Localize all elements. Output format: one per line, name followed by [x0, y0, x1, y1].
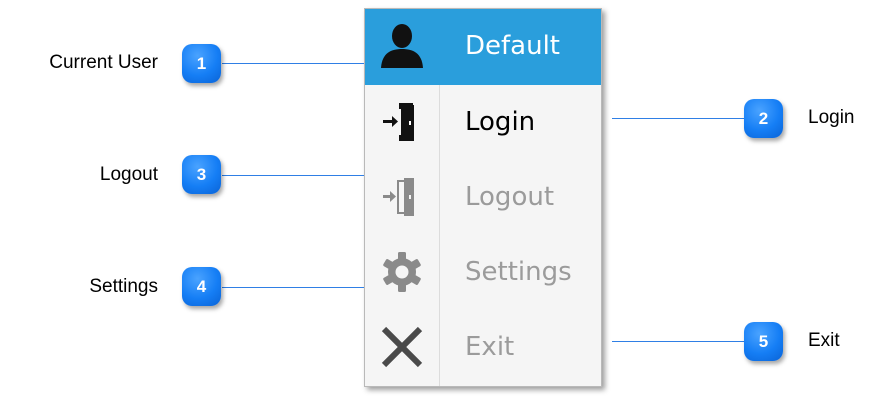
callout-line-5: [612, 341, 744, 342]
menu-item-logout[interactable]: Logout: [365, 160, 601, 235]
callout-badge-1: 1: [182, 44, 221, 83]
login-door-icon: [383, 103, 414, 141]
callout-line-4: [222, 287, 364, 288]
callout-label-settings: Settings: [89, 276, 158, 297]
callout-label-logout: Logout: [99, 164, 158, 185]
callout-badge-5: 5: [744, 322, 783, 361]
tray-context-menu: Default Login Logout Settings Exit: [364, 8, 602, 387]
menu-item-label: Settings: [465, 257, 572, 287]
menu-item-label: Logout: [465, 182, 555, 212]
menu-item-exit[interactable]: Exit: [365, 310, 601, 385]
annotated-menu-diagram: Default Login Logout Settings Exit 1 Cur…: [0, 0, 875, 396]
callout-line-2: [612, 118, 744, 119]
callout-line-3: [222, 175, 364, 176]
callout-label-exit: Exit: [808, 330, 840, 351]
callout-badge-4: 4: [182, 267, 221, 306]
callout-badge-3: 3: [182, 155, 221, 194]
callout-label-current-user: Current User: [49, 52, 158, 73]
menu-item-current-user[interactable]: Default: [365, 9, 601, 85]
logout-door-icon: [383, 178, 414, 216]
menu-item-label: Login: [465, 107, 536, 137]
menu-item-label: Default: [465, 31, 560, 61]
menu-item-settings[interactable]: Settings: [365, 235, 601, 310]
callout-label-login: Login: [808, 107, 855, 128]
callout-badge-2: 2: [744, 99, 783, 138]
close-x-icon: [381, 326, 423, 368]
menu-item-label: Exit: [465, 332, 515, 362]
menu-item-login[interactable]: Login: [365, 85, 601, 160]
callout-line-1: [222, 63, 364, 64]
gear-icon: [383, 252, 421, 292]
user-icon: [381, 24, 423, 68]
